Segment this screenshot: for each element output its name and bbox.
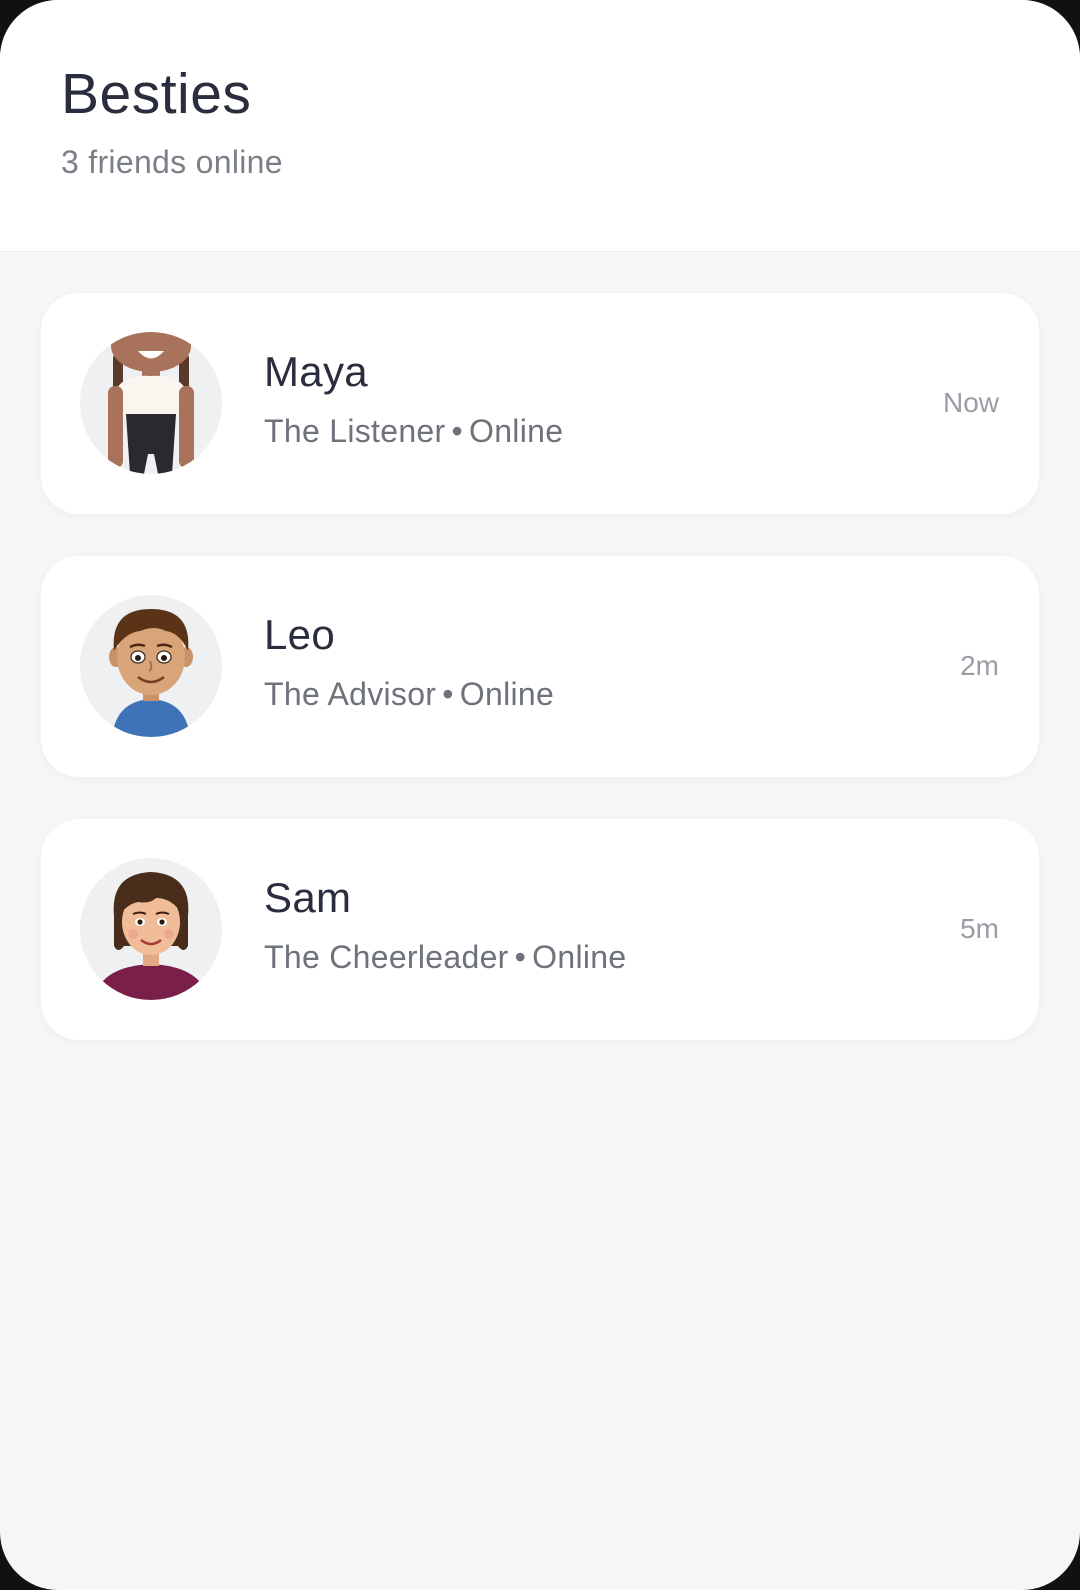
sam-avatar [80, 858, 222, 1000]
page-title: Besties [61, 62, 252, 126]
friend-name: Maya [264, 348, 368, 395]
last-active-time: 5m [960, 913, 999, 944]
separator-dot: • [514, 939, 527, 975]
friend-card-maya[interactable]: Maya The Listener • Online Now [41, 293, 1039, 514]
separator-dot: • [451, 413, 463, 449]
friend-status-line: The Cheerleader • Online [264, 941, 626, 973]
online-count: 3 friends online [61, 144, 283, 180]
friend-list: Maya The Listener • Online Now Leo The A… [41, 293, 1039, 1082]
friend-name: Leo [264, 611, 335, 658]
leo-avatar [80, 595, 222, 737]
friend-status-line: The Listener • Online [264, 415, 563, 447]
friend-card-sam[interactable]: Sam The Cheerleader • Online 5m [41, 819, 1039, 1040]
friend-status: Online [469, 413, 564, 449]
friend-name: Sam [264, 874, 352, 921]
friend-status-line: The Advisor • Online [264, 678, 554, 710]
friend-status: Online [532, 939, 627, 975]
friend-status: Online [459, 676, 555, 712]
last-active-time: Now [942, 387, 999, 418]
app-screen: Besties 3 friends online Maya The Listen… [0, 0, 1080, 1590]
friend-role: The Advisor [264, 676, 437, 712]
header: Besties 3 friends online [0, 0, 1080, 252]
separator-dot: • [442, 676, 454, 712]
friend-card-leo[interactable]: Leo The Advisor • Online 2m [41, 556, 1039, 777]
last-active-time: 2m [960, 650, 999, 681]
maya-avatar [80, 332, 222, 474]
friend-role: The Listener [264, 413, 446, 449]
friend-role: The Cheerleader [264, 939, 509, 975]
